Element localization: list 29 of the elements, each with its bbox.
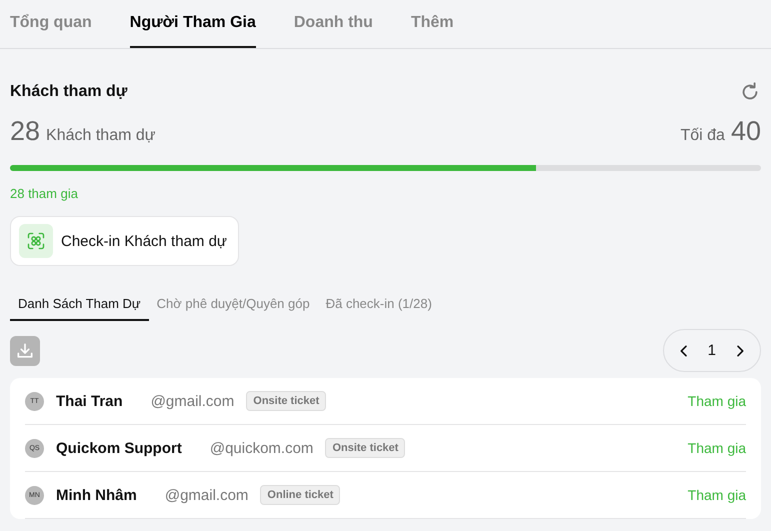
page-number[interactable]: 1	[708, 342, 716, 359]
tab[interactable]: Doanh thu	[294, 0, 373, 48]
attendee-email: @gmail.com	[164, 486, 248, 504]
attendee-email: @quickom.com	[210, 440, 314, 456]
attendee-name: Minh Nhâm	[56, 486, 137, 504]
count-label: Khách tham dự	[46, 127, 156, 145]
tab[interactable]: Người Tham Gia	[130, 0, 256, 48]
attendee-status: Tham gia	[688, 393, 746, 409]
ticket-tag: Onsite ticket	[325, 438, 406, 458]
joined-count: 28 tham gia	[10, 186, 79, 201]
attendee-status: Tham gia	[688, 487, 746, 503]
attendee-name: Quickom Support	[56, 440, 182, 456]
ticket-tag: Onsite ticket	[246, 391, 326, 411]
max-count: 40	[730, 116, 761, 147]
tab[interactable]: Thêm	[410, 0, 454, 48]
tab[interactable]: Danh Sách Tham Dự	[10, 290, 149, 321]
attendee-status: Tham gia	[688, 440, 746, 456]
tab[interactable]: Đã check-in (1/28)	[318, 290, 440, 321]
scan-icon	[19, 224, 53, 258]
ticket-tag: Online ticket	[260, 485, 340, 505]
attendee-count: 28	[10, 116, 40, 147]
tab[interactable]: Tổng quan	[10, 0, 92, 48]
tab[interactable]: Chờ phê duyệt/Quyên góp	[148, 290, 318, 321]
checkin-button[interactable]: Check-in Khách tham dự	[10, 216, 239, 266]
attendee-email: @gmail.com	[150, 392, 234, 410]
download-icon	[15, 340, 35, 360]
max-label: Tối đa	[680, 127, 725, 145]
section-title: Khách tham dự	[10, 83, 128, 101]
attendee-name: Thai Tran	[56, 392, 123, 410]
